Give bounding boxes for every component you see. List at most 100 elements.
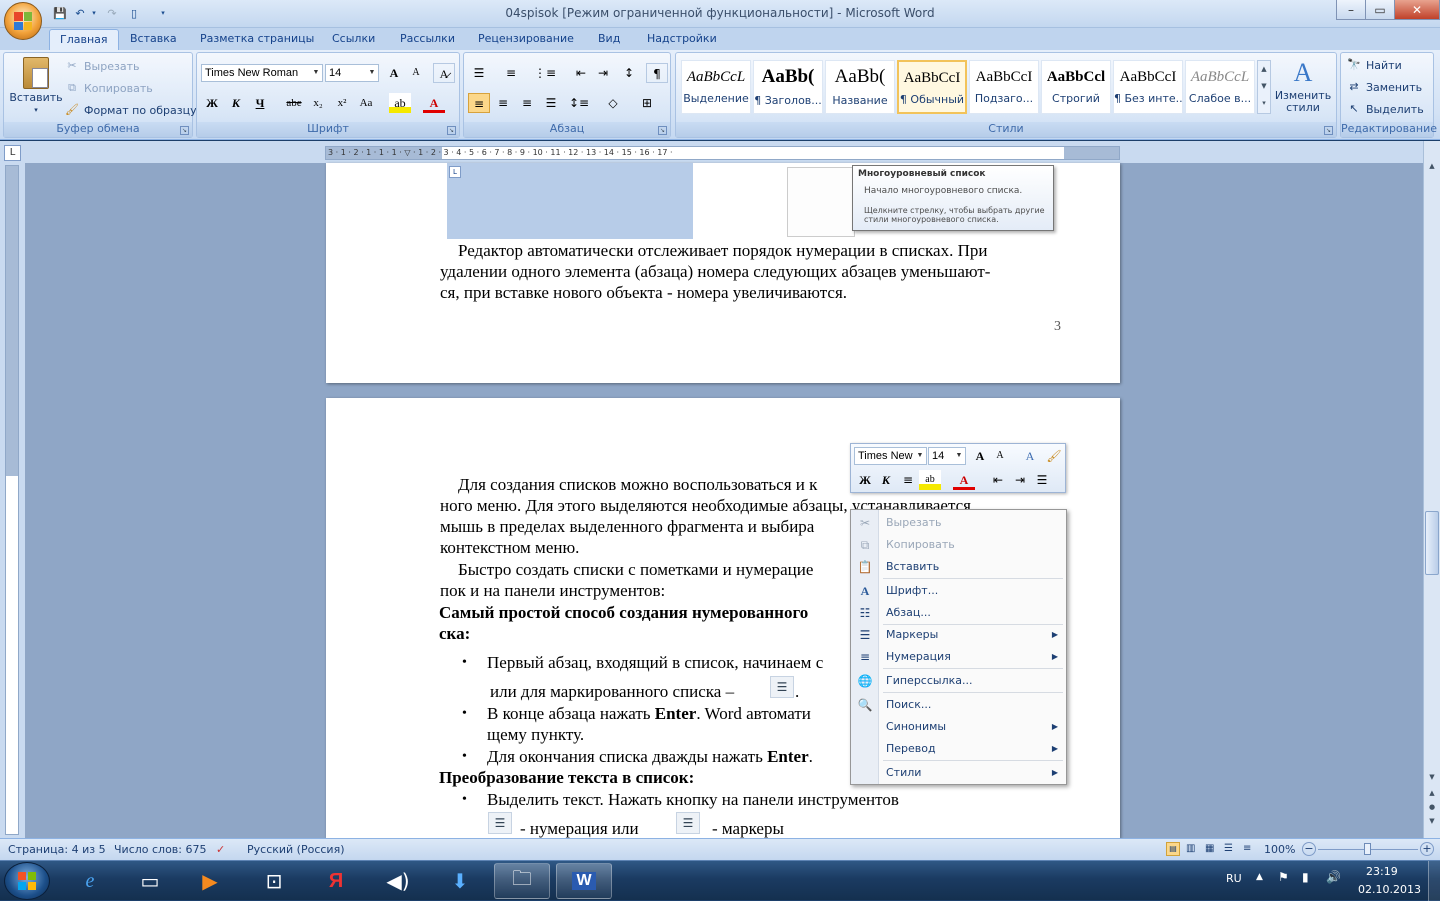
- underline-button[interactable]: Ч: [249, 93, 271, 113]
- font-name-combo[interactable]: Times New Roman ▼: [201, 64, 323, 82]
- file-explorer-icon[interactable]: ▭: [122, 863, 178, 899]
- subscript-button[interactable]: x₂: [307, 93, 329, 113]
- zoom-in-icon[interactable]: +: [1420, 842, 1434, 856]
- bold-button[interactable]: Ж: [201, 93, 223, 113]
- menu-item-paste[interactable]: 📋 Вставить: [851, 556, 1066, 578]
- tab-references[interactable]: Ссылки: [322, 29, 385, 50]
- tab-review[interactable]: Рецензирование: [468, 29, 584, 50]
- line-spacing-icon[interactable]: ↕≡: [568, 93, 590, 113]
- clock-date[interactable]: 02.10.2013: [1358, 883, 1421, 896]
- input-language-indicator[interactable]: RU: [1226, 872, 1242, 885]
- font-size-combo[interactable]: 14 ▼: [325, 64, 379, 82]
- tab-view[interactable]: Вид: [588, 29, 630, 50]
- menu-item-styles[interactable]: Стили ▶: [851, 762, 1066, 784]
- format-painter-button[interactable]: 🖌 Формат по образцу: [64, 102, 197, 118]
- previous-page-icon[interactable]: ▲: [1426, 789, 1438, 801]
- select-button[interactable]: ↖ Выделить: [1346, 101, 1423, 117]
- menu-item-synonyms[interactable]: Синонимы ▶: [851, 716, 1066, 738]
- clear-formatting-icon[interactable]: A̷: [433, 63, 455, 83]
- center-icon[interactable]: ≡: [897, 470, 919, 490]
- scroll-thumb[interactable]: [1425, 511, 1439, 575]
- show-formatting-icon[interactable]: ¶: [646, 63, 668, 83]
- show-hidden-icons-icon[interactable]: ▲: [1256, 872, 1263, 882]
- show-desktop-button[interactable]: [1428, 861, 1440, 901]
- style-no-spacing[interactable]: AaBbCcI ¶ Без инте...: [1113, 60, 1183, 114]
- audio-app-icon[interactable]: ◀): [370, 863, 426, 899]
- brush-icon[interactable]: 🖌: [1043, 446, 1065, 466]
- superscript-button[interactable]: x²: [331, 93, 353, 113]
- style-emphasis[interactable]: AaBbCcL Выделение: [681, 60, 751, 114]
- tab-selector-icon[interactable]: L: [4, 145, 21, 161]
- find-button[interactable]: 🔭 Найти: [1346, 57, 1402, 73]
- shrink-font-icon[interactable]: A: [989, 446, 1011, 466]
- menu-item-bullets[interactable]: ☰ Маркеры ▶: [851, 624, 1066, 646]
- replace-button[interactable]: ⇄ Заменить: [1346, 79, 1422, 95]
- web-layout-icon[interactable]: ▦: [1205, 843, 1214, 854]
- font-color-icon[interactable]: A: [953, 470, 975, 490]
- style-heading1[interactable]: AaBb(¶ Заголов...: [753, 60, 823, 114]
- tab-home[interactable]: Главная: [49, 29, 119, 50]
- styles-launcher-icon[interactable]: ↘: [1324, 126, 1333, 135]
- paragraph-launcher-icon[interactable]: ↘: [658, 126, 667, 135]
- draft-icon[interactable]: ≡: [1243, 843, 1251, 854]
- grow-font-button[interactable]: A: [383, 63, 405, 83]
- decrease-indent-icon[interactable]: ⇤: [987, 470, 1009, 490]
- shrink-font-button[interactable]: A: [405, 63, 427, 83]
- action-center-icon[interactable]: ⚑: [1278, 870, 1289, 884]
- tab-insert[interactable]: Вставка: [120, 29, 187, 50]
- styles-icon[interactable]: A: [1019, 446, 1041, 466]
- download-app-icon[interactable]: ⬇: [432, 863, 488, 899]
- grow-font-icon[interactable]: A: [969, 446, 991, 466]
- menu-item-numbering[interactable]: ≡ Нумерация ▶: [851, 646, 1066, 668]
- zoom-level[interactable]: 100%: [1264, 843, 1295, 856]
- style-normal[interactable]: AaBbCcI ¶ Обычный: [897, 60, 967, 114]
- change-case-button[interactable]: Aa: [355, 93, 377, 113]
- decrease-indent-icon[interactable]: ⇤: [570, 63, 592, 83]
- style-subtle-emphasis[interactable]: AaBbCcL Слабое в...: [1185, 60, 1255, 114]
- bold-icon[interactable]: Ж: [854, 470, 876, 490]
- network-app-icon[interactable]: ⊡: [246, 863, 302, 899]
- sort-icon[interactable]: ↕: [618, 63, 640, 83]
- horizontal-ruler[interactable]: 3 · 1 · 2 · 1 · 1 · 1 · ▽ · 1 · 2 · 3 · …: [325, 146, 1120, 160]
- change-styles-button[interactable]: A Изменить стили: [1274, 56, 1332, 120]
- zoom-out-icon[interactable]: −: [1302, 842, 1316, 856]
- page-indicator[interactable]: Страница: 4 из 5: [8, 843, 106, 856]
- next-page-icon[interactable]: ▼: [1426, 817, 1438, 829]
- mini-font-combo[interactable]: Times New ▼: [854, 447, 927, 465]
- scroll-down-icon[interactable]: ▼: [1426, 773, 1438, 785]
- shading-icon[interactable]: ◇: [602, 93, 624, 113]
- clipboard-launcher-icon[interactable]: ↘: [180, 126, 189, 135]
- word-taskbar-icon[interactable]: W: [556, 863, 612, 899]
- scroll-up-icon[interactable]: ▲: [1426, 162, 1438, 174]
- close-button[interactable]: ✕: [1394, 0, 1440, 20]
- style-title[interactable]: AaBb(Название: [825, 60, 895, 114]
- copy-button[interactable]: ⧉ Копировать: [64, 80, 153, 96]
- increase-indent-icon[interactable]: ⇥: [592, 63, 614, 83]
- mini-size-combo[interactable]: 14 ▼: [928, 447, 966, 465]
- menu-item-paragraph[interactable]: ☷ Абзац...: [851, 602, 1066, 624]
- maximize-button[interactable]: ▭: [1365, 0, 1395, 20]
- paste-button[interactable]: Вставить ▾: [8, 57, 64, 114]
- justify-icon[interactable]: ☰: [540, 93, 562, 113]
- align-right-icon[interactable]: ≡: [516, 93, 538, 113]
- menu-item-copy[interactable]: ⧉ Копировать: [851, 534, 1066, 556]
- menu-item-hyperlink[interactable]: 🌐 Гиперссылка...: [851, 670, 1066, 692]
- network-icon[interactable]: ▮: [1302, 870, 1309, 884]
- word-count[interactable]: Число слов: 675: [114, 843, 207, 856]
- styles-scroll-icon[interactable]: ▲ ▼ ▾: [1257, 60, 1271, 114]
- zoom-slider-thumb[interactable]: [1364, 843, 1371, 855]
- borders-icon[interactable]: ⊞: [636, 93, 658, 113]
- outline-icon[interactable]: ☰: [1224, 843, 1233, 854]
- minimize-button[interactable]: –: [1336, 0, 1366, 20]
- cut-button[interactable]: ✂ Вырезать: [64, 58, 139, 74]
- vertical-ruler[interactable]: [5, 165, 19, 835]
- office-button[interactable]: [4, 2, 42, 40]
- increase-indent-icon[interactable]: ⇥: [1009, 470, 1031, 490]
- explorer-window-icon[interactable]: 🗀: [494, 863, 550, 899]
- media-player-icon[interactable]: ▶: [182, 863, 238, 899]
- font-color-icon[interactable]: A: [423, 93, 445, 113]
- menu-item-research[interactable]: 🔍 Поиск...: [851, 694, 1066, 716]
- vertical-scrollbar[interactable]: ▲ ▼ ▲ ● ▼: [1423, 141, 1440, 838]
- internet-explorer-icon[interactable]: e: [62, 863, 118, 899]
- volume-icon[interactable]: 🔊: [1326, 870, 1341, 884]
